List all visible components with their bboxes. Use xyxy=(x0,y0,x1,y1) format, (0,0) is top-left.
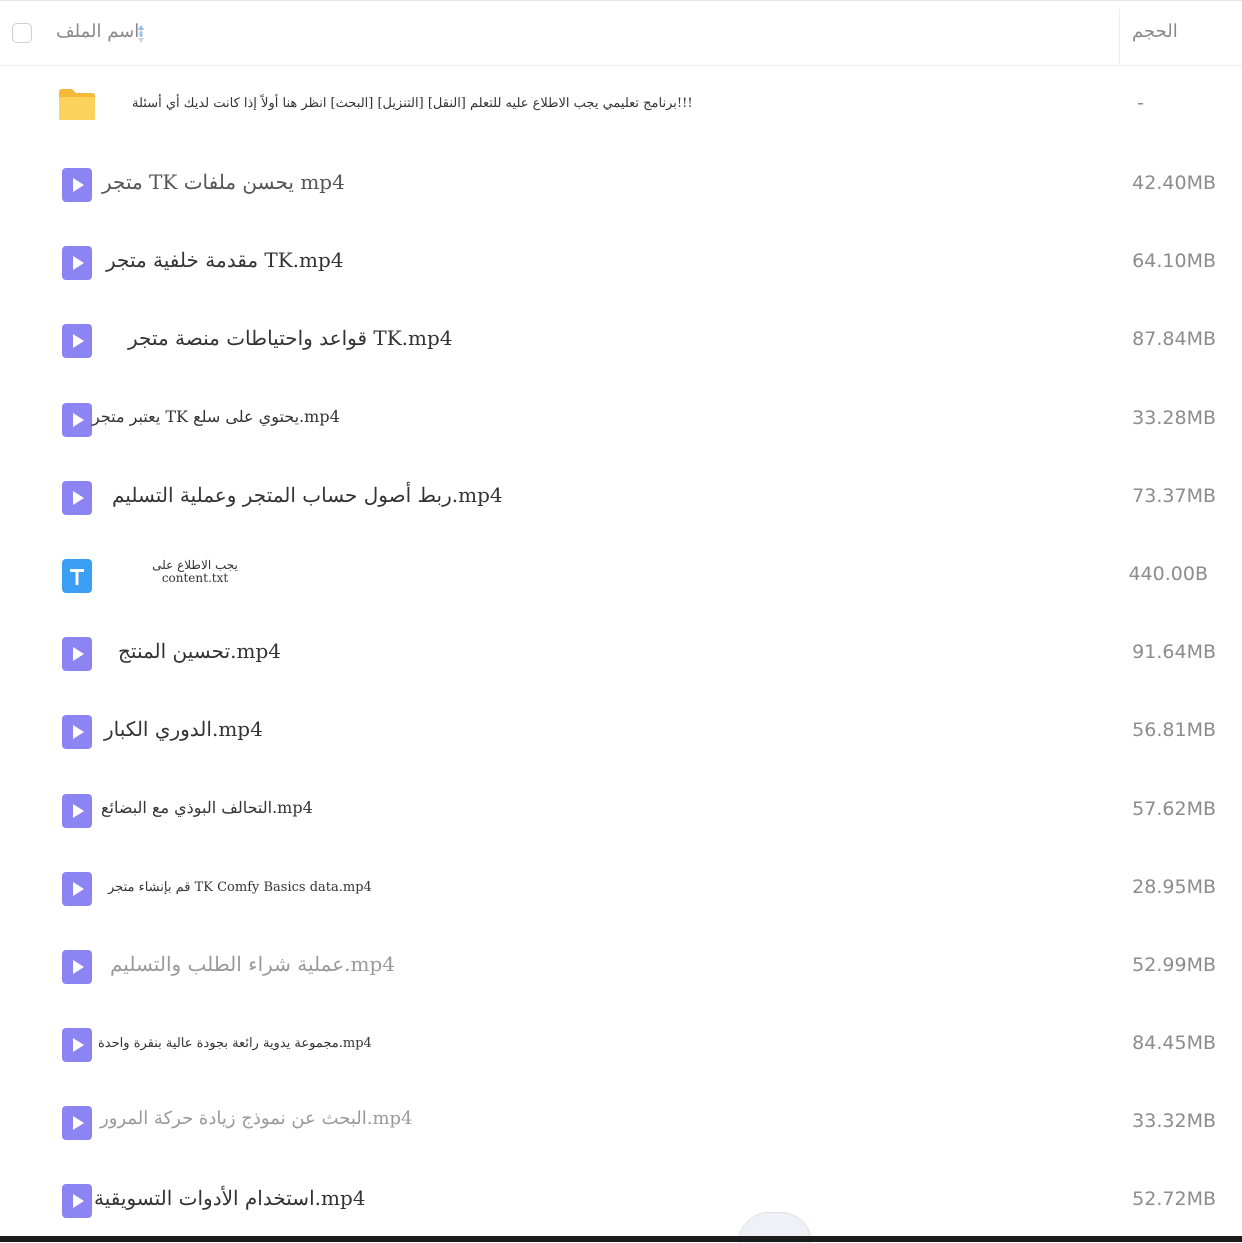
video-file-icon xyxy=(62,949,92,984)
list-item[interactable]: تحسين المنتج.mp4 91.64MB xyxy=(0,615,1242,693)
video-file-icon xyxy=(62,246,92,281)
video-file-icon xyxy=(62,480,92,515)
file-name[interactable]: متجر TK يحسن ملفات mp4 xyxy=(102,170,702,194)
video-file-icon xyxy=(62,715,92,750)
list-item[interactable]: البحث عن نموذج زيادة حركة المرور.mp4 33.… xyxy=(0,1084,1242,1162)
select-all-checkbox[interactable] xyxy=(12,23,32,43)
list-item[interactable]: قم بإنشاء متجر TK Comfy Basics data.mp4 … xyxy=(0,850,1242,928)
file-name[interactable]: التحالف البوذي مع البضائع.mp4 xyxy=(101,798,701,817)
file-size: 87.84MB xyxy=(1132,328,1216,351)
file-size: 84.45MB xyxy=(1132,1032,1216,1055)
list-item[interactable]: يعتبر متجر TK يحتوي على سلع.mp4 33.28MB xyxy=(0,381,1242,459)
column-divider[interactable] xyxy=(1119,9,1120,65)
file-list: برنامج تعليمي يجب الاطلاع عليه للتعلم [ا… xyxy=(0,66,1242,1241)
file-name[interactable]: يعتبر متجر TK يحتوي على سلع.mp4 xyxy=(92,407,692,426)
column-header-name[interactable]: اسم الملف xyxy=(56,21,139,42)
video-file-icon xyxy=(62,793,92,828)
file-size: 91.64MB xyxy=(1132,641,1216,664)
file-name[interactable]: يجب الاطلاع على content.txt xyxy=(150,558,240,585)
video-file-icon xyxy=(62,168,92,202)
file-size: 73.37MB xyxy=(1132,484,1216,507)
file-size: 52.99MB xyxy=(1132,953,1216,976)
file-size: 42.40MB xyxy=(1132,172,1216,194)
file-size: 33.32MB xyxy=(1132,1110,1216,1133)
folder-icon xyxy=(59,89,95,120)
file-size: 52.72MB xyxy=(1132,1188,1216,1211)
video-file-icon xyxy=(62,871,92,906)
list-item[interactable]: استخدام الأدوات التسويقية.mp4 52.72MB xyxy=(0,1162,1242,1240)
list-item[interactable]: برنامج تعليمي يجب الاطلاع عليه للتعلم [ا… xyxy=(0,66,1242,146)
file-size: 33.28MB xyxy=(1132,406,1216,429)
video-file-icon xyxy=(62,324,92,359)
video-file-icon xyxy=(62,402,92,437)
column-header-size[interactable]: الحجم xyxy=(1132,21,1178,42)
list-item[interactable]: مقدمة خلفية متجر TK.mp4 64.10MB xyxy=(0,224,1242,302)
list-item[interactable]: قواعد واحتياطات منصة متجر TK.mp4 87.84MB xyxy=(0,302,1242,380)
file-size: 56.81MB xyxy=(1132,719,1216,742)
file-size: 57.62MB xyxy=(1132,797,1216,820)
file-name[interactable]: ربط أصول حساب المتجر وعملية التسليم.mp4 xyxy=(112,483,712,507)
list-item[interactable]: ربط أصول حساب المتجر وعملية التسليم.mp4 … xyxy=(0,459,1242,537)
list-item[interactable]: عملية شراء الطلب والتسليم.mp4 52.99MB xyxy=(0,928,1242,1006)
list-item[interactable]: مجموعة يدوية رائعة بجودة عالية بنقرة واح… xyxy=(0,1006,1242,1084)
file-size: 28.95MB xyxy=(1132,875,1216,898)
file-name[interactable]: مقدمة خلفية متجر TK.mp4 xyxy=(106,248,706,272)
list-item[interactable]: التحالف البوذي مع البضائع.mp4 57.62MB xyxy=(0,772,1242,850)
file-list-header: اسم الملف الحجم xyxy=(0,0,1242,66)
file-name[interactable]: الدوري الكبار.mp4 xyxy=(104,717,704,741)
list-item[interactable]: متجر TK يحسن ملفات mp4 42.40MB xyxy=(0,146,1242,224)
video-file-icon xyxy=(62,1184,92,1219)
file-name[interactable]: قم بإنشاء متجر TK Comfy Basics data.mp4 xyxy=(108,880,708,895)
file-name[interactable]: مجموعة يدوية رائعة بجودة عالية بنقرة واح… xyxy=(98,1036,698,1051)
file-name[interactable]: برنامج تعليمي يجب الاطلاع عليه للتعلم [ا… xyxy=(132,96,732,111)
video-file-icon xyxy=(62,1028,92,1063)
video-file-icon xyxy=(62,1106,92,1141)
file-name[interactable]: استخدام الأدوات التسويقية.mp4 xyxy=(94,1186,694,1210)
file-size: - xyxy=(1137,92,1144,114)
sort-icon[interactable] xyxy=(136,23,146,45)
file-name[interactable]: قواعد واحتياطات منصة متجر TK.mp4 xyxy=(128,326,728,350)
text-file-icon xyxy=(62,558,92,593)
file-name[interactable]: تحسين المنتج.mp4 xyxy=(118,639,718,663)
bottom-edge-bar xyxy=(0,1236,1242,1242)
list-item[interactable]: يجب الاطلاع على content.txt 440.00B xyxy=(0,537,1242,615)
list-item[interactable]: الدوري الكبار.mp4 56.81MB xyxy=(0,693,1242,771)
file-name[interactable]: البحث عن نموذج زيادة حركة المرور.mp4 xyxy=(100,1108,700,1129)
file-size: 440.00B xyxy=(1128,562,1208,585)
video-file-icon xyxy=(62,637,92,672)
file-name[interactable]: عملية شراء الطلب والتسليم.mp4 xyxy=(110,952,710,976)
file-size: 64.10MB xyxy=(1132,250,1216,273)
